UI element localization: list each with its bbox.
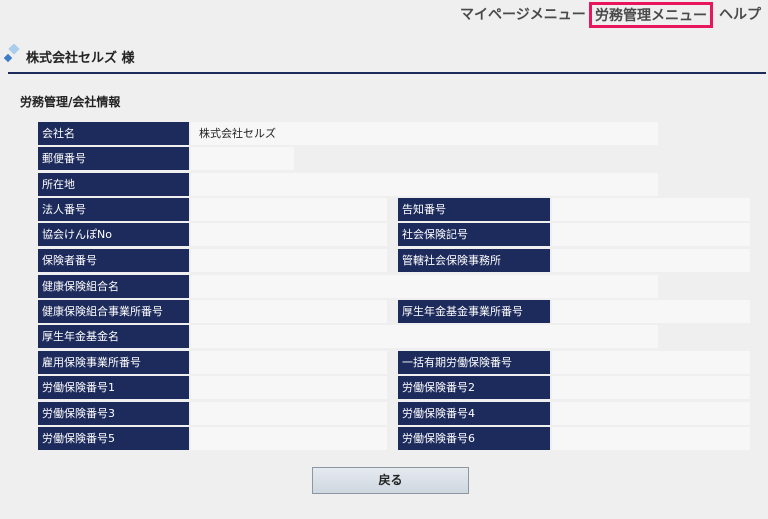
labor-insurance-5-value: [191, 427, 387, 450]
labor-insurance-6-value: [552, 427, 750, 450]
nav-labor-management-menu[interactable]: 労務管理メニュー: [589, 2, 713, 28]
social-insurance-code-value: [552, 223, 750, 246]
corporate-number-value: [191, 198, 387, 221]
kyokai-kenpo-value: [191, 223, 387, 246]
labor-insurance-1-label: 労働保険番号1: [38, 376, 189, 399]
health-union-name-value: [191, 275, 658, 298]
company-name-label: 会社名: [38, 122, 189, 145]
labor-insurance-2-label: 労働保険番号2: [398, 376, 550, 399]
notice-number-label: 告知番号: [398, 198, 550, 221]
diamond-decoration-icon: [3, 43, 22, 70]
bulk-labor-insurance-label: 一括有期労働保険番号: [398, 351, 550, 374]
labor-insurance-6-label: 労働保険番号6: [398, 427, 550, 450]
customer-header: 株式会社セルズ 様: [0, 38, 768, 74]
employment-insurance-office-value: [191, 351, 387, 374]
social-insurance-office-value: [552, 249, 750, 272]
labor-insurance-4-label: 労働保険番号4: [398, 402, 550, 425]
company-name-value: 株式会社セルズ: [191, 122, 658, 145]
nav-mypage-menu[interactable]: マイページメニュー: [460, 4, 586, 26]
labor-insurance-3-label: 労働保険番号3: [38, 402, 189, 425]
page-title: 労務管理/会社情報: [20, 95, 121, 109]
bulk-labor-insurance-value: [552, 351, 750, 374]
corporate-number-label: 法人番号: [38, 198, 189, 221]
kyokai-kenpo-label: 協会けんぽNo: [38, 223, 189, 246]
health-union-office-number-value: [191, 300, 387, 323]
labor-insurance-4-value: [552, 402, 750, 425]
address-value: [191, 173, 658, 196]
pension-fund-office-number-label: 厚生年金基金事業所番号: [398, 300, 550, 323]
customer-name: 株式会社セルズ 様: [26, 51, 135, 66]
social-insurance-office-label: 管轄社会保険事務所: [398, 249, 550, 272]
health-union-office-number-label: 健康保険組合事業所番号: [38, 300, 189, 323]
postal-code-value: [191, 147, 294, 170]
pension-fund-name-value: [191, 325, 658, 348]
labor-insurance-1-value: [191, 376, 387, 399]
notice-number-value: [552, 198, 750, 221]
employment-insurance-office-label: 雇用保険事業所番号: [38, 351, 189, 374]
insurer-number-value: [191, 249, 387, 272]
header-divider: [8, 72, 766, 74]
labor-insurance-5-label: 労働保険番号5: [38, 427, 189, 450]
health-union-name-label: 健康保険組合名: [38, 275, 189, 298]
pension-fund-name-label: 厚生年金基金名: [38, 325, 189, 348]
postal-code-label: 郵便番号: [38, 147, 189, 170]
pension-fund-office-number-value: [552, 300, 750, 323]
nav-help[interactable]: ヘルプ: [719, 4, 761, 26]
labor-insurance-3-value: [191, 402, 387, 425]
insurer-number-label: 保険者番号: [38, 249, 189, 272]
social-insurance-code-label: 社会保険記号: [398, 223, 550, 246]
back-button[interactable]: 戻る: [312, 467, 469, 494]
top-navigation: マイページメニュー 労務管理メニュー ヘルプ: [0, 0, 768, 30]
labor-insurance-2-value: [552, 376, 750, 399]
address-label: 所在地: [38, 173, 189, 196]
